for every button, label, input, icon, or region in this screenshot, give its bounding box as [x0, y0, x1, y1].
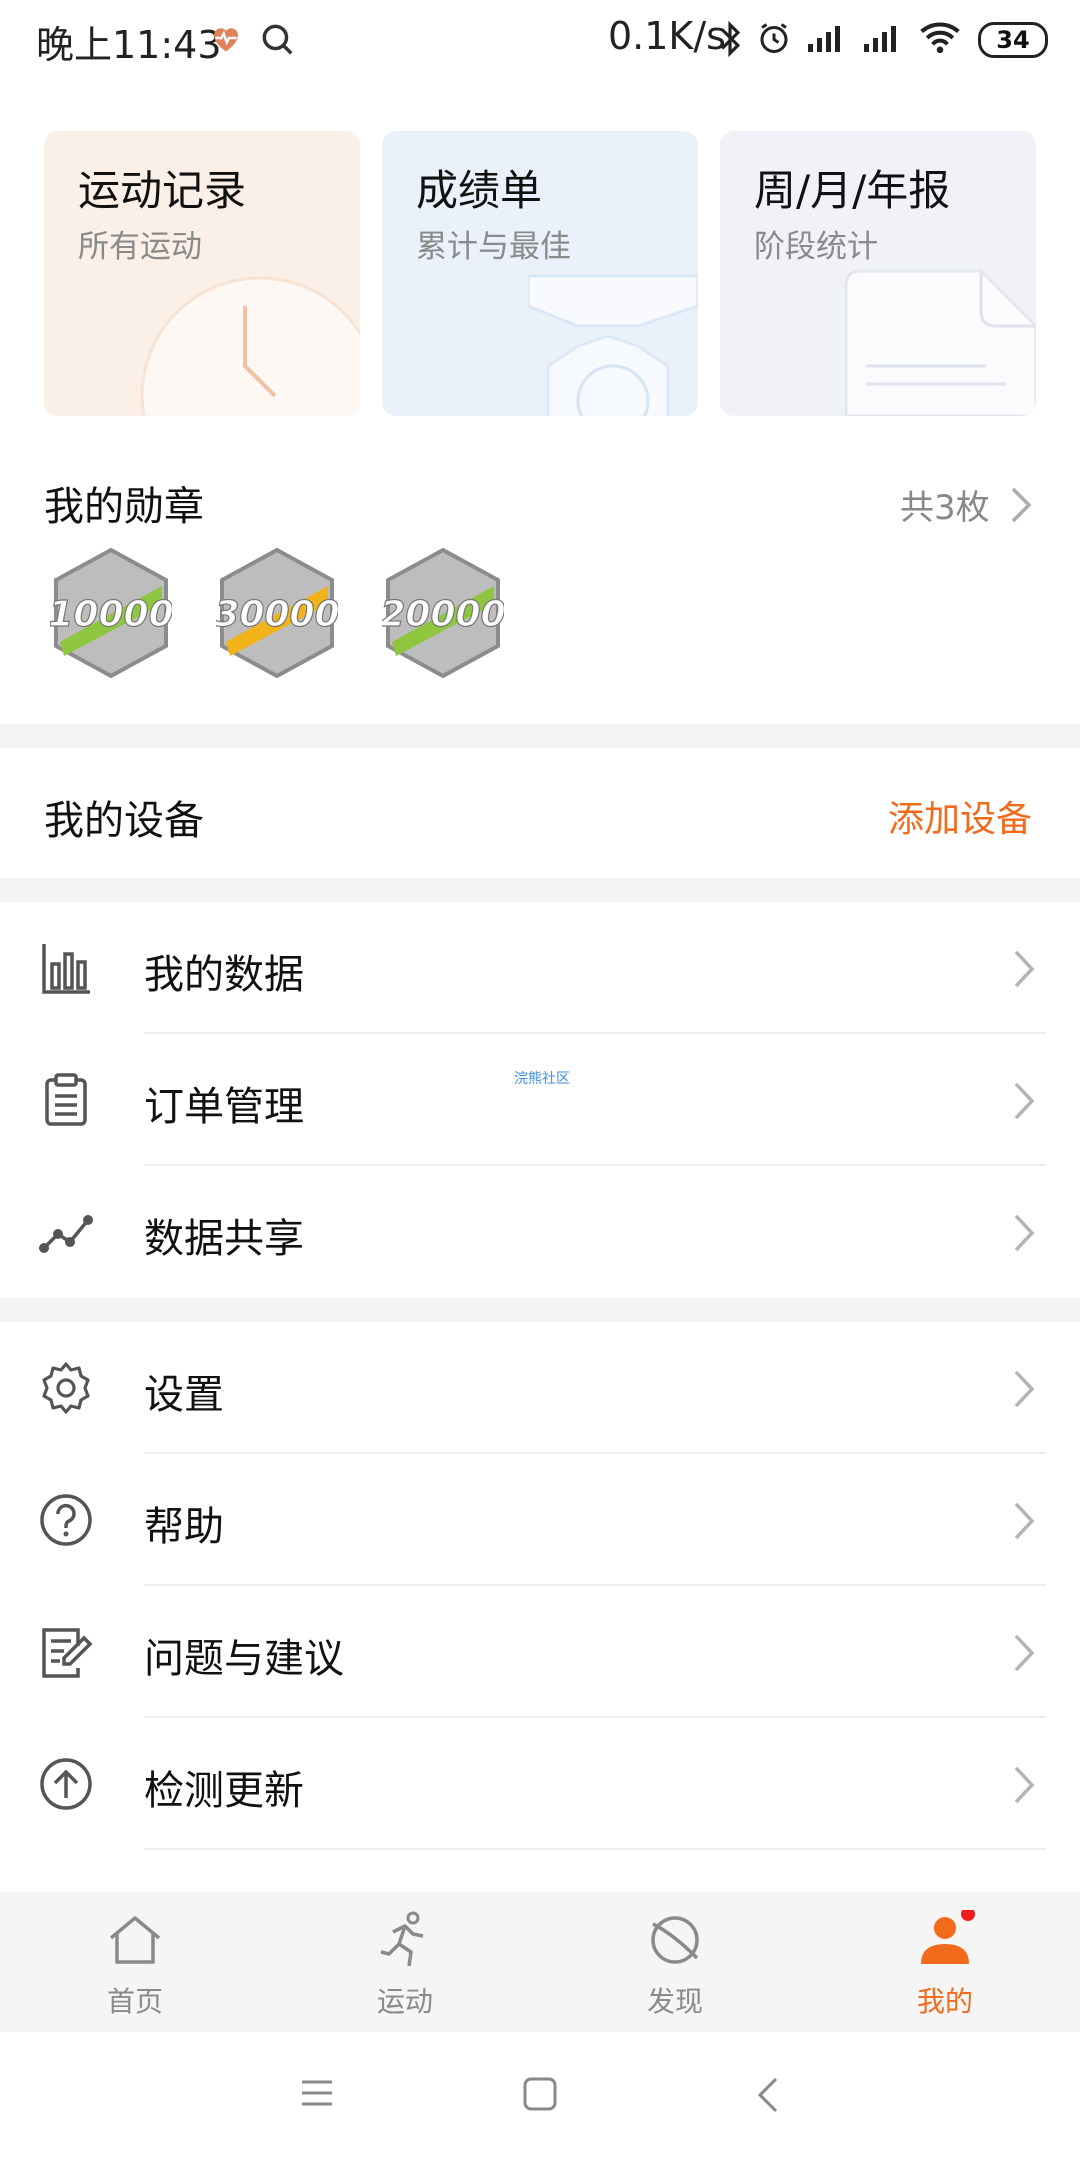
chevron-right-icon [1014, 1214, 1035, 1252]
menu-item-check-update[interactable]: 检测更新 [0, 1718, 1080, 1850]
card-title: 运动记录 [78, 166, 247, 215]
medals-count[interactable]: 共3枚 [900, 480, 990, 529]
tab-sport[interactable]: 运动 [270, 1892, 540, 2032]
row-separator [144, 1848, 1046, 1850]
report-icon [844, 269, 1036, 416]
card-subtitle: 累计与最佳 [416, 229, 571, 265]
section-divider [0, 724, 1080, 748]
chevron-right-icon [1014, 1082, 1035, 1120]
card-title: 周/月/年报 [754, 166, 951, 215]
menu-item-data-sharing[interactable]: 数据共享 [0, 1166, 1080, 1298]
search-icon [262, 24, 293, 55]
gear-icon [42, 1362, 90, 1414]
run-icon [380, 1911, 424, 1967]
update-icon [40, 1758, 92, 1810]
chevron-right-icon[interactable] [1008, 484, 1034, 526]
back-icon[interactable] [756, 2076, 780, 2114]
menu-icon[interactable] [300, 2076, 334, 2110]
home-icon [109, 1916, 161, 1964]
card-subtitle: 所有运动 [78, 229, 202, 265]
share-graph-icon [39, 1215, 93, 1253]
signal-icon [808, 26, 840, 52]
tab-label: 发现 [646, 1985, 703, 2018]
tab-home[interactable]: 首页 [0, 1892, 270, 2032]
menu-item-help[interactable]: 帮助 [0, 1454, 1080, 1586]
card-subtitle: 阶段统计 [754, 229, 878, 265]
medals-title: 我的勋章 [44, 484, 204, 530]
tab-label: 首页 [106, 1985, 163, 2018]
profile-icon [921, 1910, 975, 1964]
menu-item-settings[interactable]: 设置 [0, 1322, 1080, 1454]
clipboard-icon [45, 1073, 87, 1126]
wifi-icon [920, 22, 960, 54]
tab-discover[interactable]: 发现 [540, 1892, 810, 2032]
medal-value: 10000 [50, 594, 172, 635]
menu-item-label: 我的数据 [144, 952, 304, 998]
discover-icon [651, 1916, 699, 1964]
battery-icon: 34 [978, 22, 1048, 58]
devices-title: 我的设备 [44, 798, 204, 844]
card-report-card[interactable]: 成绩单 累计与最佳 [382, 131, 698, 416]
signal-icon [864, 26, 896, 52]
menu-item-feedback[interactable]: 问题与建议 [0, 1586, 1080, 1718]
home-square-icon[interactable] [522, 2076, 558, 2112]
alarm-icon [760, 23, 788, 53]
system-navigation-bar [0, 2032, 1080, 2160]
menu-item-label: 帮助 [144, 1504, 224, 1550]
menu-item-my-data[interactable]: 我的数据 [0, 902, 1080, 1034]
chevron-right-icon [1014, 1502, 1035, 1540]
menu-item-label: 问题与建议 [144, 1636, 344, 1682]
medal-value: 20000 [382, 594, 504, 635]
menu-item-label: 数据共享 [144, 1216, 304, 1262]
medal-value: 30000 [216, 594, 338, 635]
menu-item-orders[interactable]: 订单管理 浣熊社区 [0, 1034, 1080, 1166]
chevron-right-icon [1014, 1634, 1035, 1672]
watermark: 浣熊社区 [514, 1071, 570, 1087]
help-icon [40, 1494, 92, 1546]
menu-item-label: 订单管理 [144, 1084, 304, 1130]
tab-profile[interactable]: 我的 [810, 1892, 1080, 2032]
bottom-tab-bar: 首页 运动 发现 我的 [0, 1892, 1080, 2032]
clock-icon [140, 276, 360, 416]
section-divider [0, 1298, 1080, 1322]
medal-badge[interactable]: 10000 [48, 546, 174, 680]
menu-item-label: 设置 [144, 1372, 224, 1418]
card-exercise-records[interactable]: 运动记录 所有运动 [44, 131, 360, 416]
menu-item-label: 检测更新 [144, 1768, 304, 1814]
tab-label: 我的 [916, 1985, 973, 2018]
network-speed: 0.1K/s [608, 14, 726, 58]
section-divider [0, 878, 1080, 902]
tab-label: 运动 [376, 1985, 433, 2018]
medal-badge[interactable]: 20000 [380, 546, 506, 680]
chevron-right-icon [1014, 950, 1035, 988]
chevron-right-icon [1014, 1766, 1035, 1804]
bar-chart-icon [42, 944, 90, 994]
status-time: 晚上11:43 [36, 23, 222, 67]
add-device-button[interactable]: 添加设备 [888, 790, 1032, 842]
feedback-icon [42, 1628, 93, 1678]
bluetooth-icon [720, 20, 741, 58]
heart-rate-icon [214, 28, 238, 52]
medal-badge[interactable]: 30000 [214, 546, 340, 680]
card-periodic-report[interactable]: 周/月/年报 阶段统计 [720, 131, 1036, 416]
chevron-right-icon [1014, 1370, 1035, 1408]
status-bar: 晚上11:43 0.1K/s 34 [0, 0, 1080, 80]
card-title: 成绩单 [416, 166, 543, 215]
trophy-icon [528, 274, 698, 416]
